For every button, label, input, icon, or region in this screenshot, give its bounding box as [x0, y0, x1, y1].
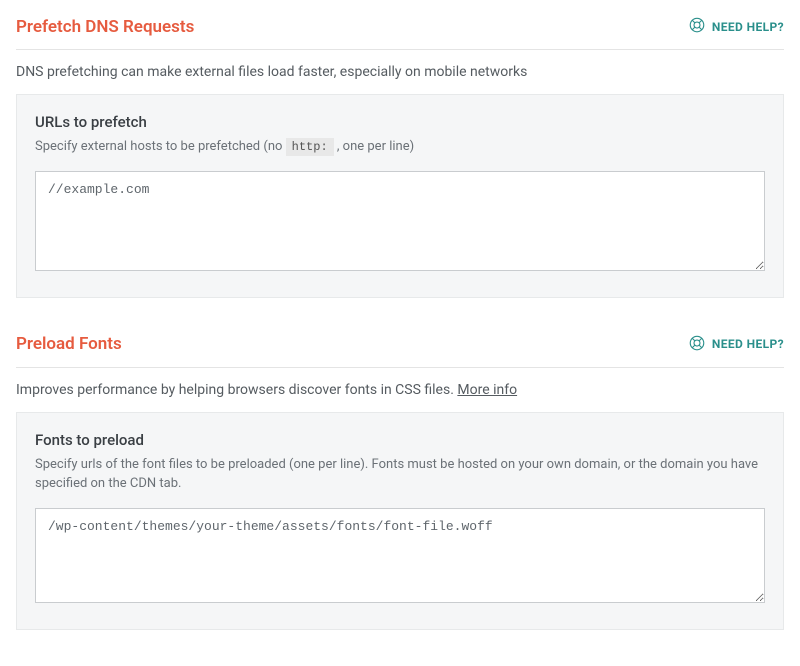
dns-section-header: Prefetch DNS Requests NEED HELP?	[16, 16, 784, 50]
dns-section-title: Prefetch DNS Requests	[16, 17, 194, 37]
fonts-field-sub: Specify urls of the font files to be pre…	[35, 455, 765, 494]
fonts-panel: Fonts to preload Specify urls of the fon…	[16, 412, 784, 630]
need-help-label: NEED HELP?	[712, 337, 784, 351]
fonts-section-desc: Improves performance by helping browsers…	[16, 382, 784, 398]
http-code-chip: http:	[286, 138, 334, 156]
dns-field-label: URLs to prefetch	[35, 113, 765, 131]
fonts-section-header: Preload Fonts NEED HELP?	[16, 334, 784, 368]
fonts-preload-textarea[interactable]	[35, 508, 765, 603]
dns-prefetch-textarea[interactable]	[35, 171, 765, 271]
dns-panel: URLs to prefetch Specify external hosts …	[16, 94, 784, 298]
fonts-field-label: Fonts to preload	[35, 431, 765, 449]
fonts-section-title: Preload Fonts	[16, 334, 122, 354]
more-info-link[interactable]: More info	[457, 382, 517, 398]
lifebuoy-icon	[688, 16, 706, 37]
lifebuoy-icon	[688, 334, 706, 355]
dns-field-sub: Specify external hosts to be prefetched …	[35, 137, 765, 157]
dns-need-help-link[interactable]: NEED HELP?	[688, 16, 784, 37]
dns-section-desc: DNS prefetching can make external files …	[16, 64, 784, 80]
fonts-need-help-link[interactable]: NEED HELP?	[688, 334, 784, 355]
need-help-label: NEED HELP?	[712, 20, 784, 34]
